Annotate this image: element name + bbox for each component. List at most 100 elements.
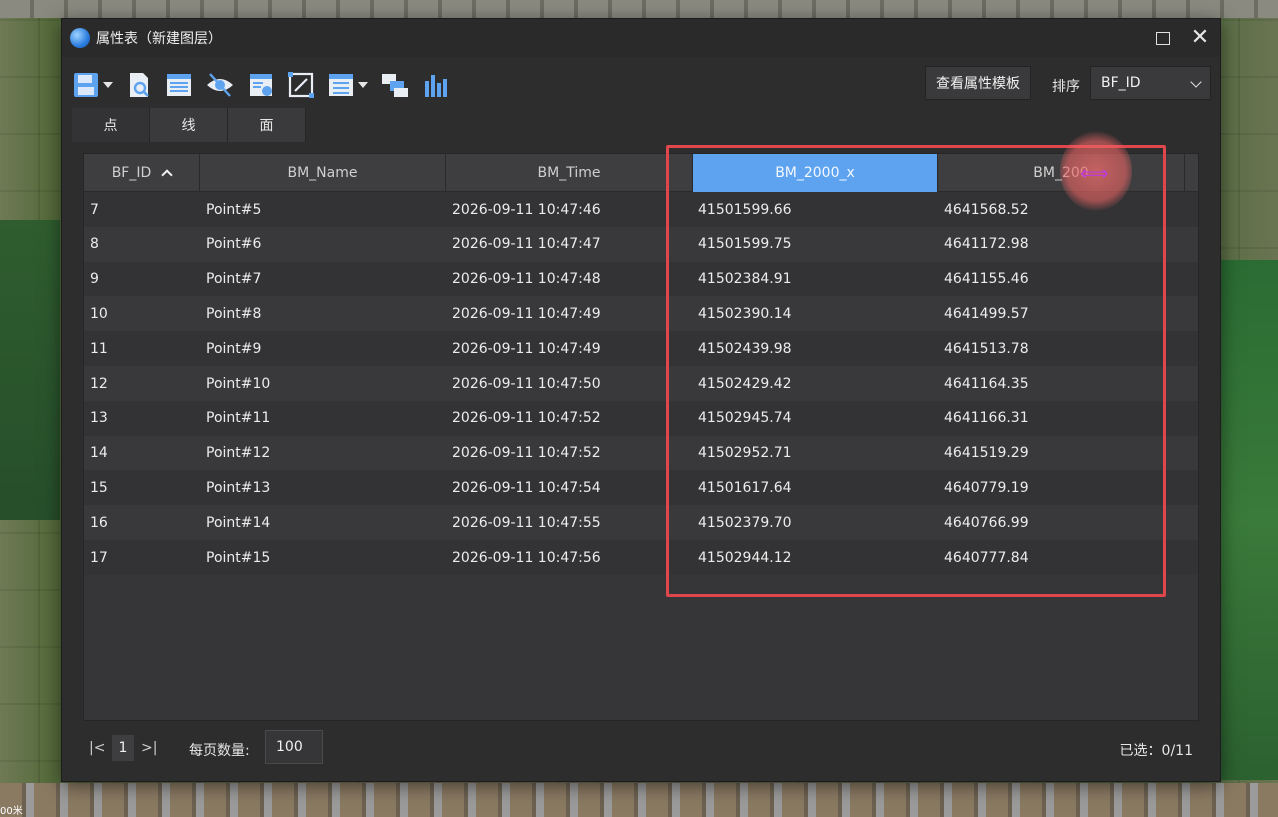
field-calc-button[interactable] (247, 67, 275, 103)
table-header: BF_ID BM_Name BM_Time BM_2000_x BM_200 (84, 154, 1198, 192)
table-cell: 17 (90, 549, 108, 566)
table-cell: 2026-09-11 10:47:55 (452, 514, 601, 531)
table-cell: 2026-09-11 10:47:52 (452, 410, 601, 427)
tab-point[interactable]: 点 (72, 108, 150, 142)
maximize-icon (1156, 31, 1170, 45)
table-cell: 10 (90, 305, 108, 322)
table-cell: 41502390.14 (698, 305, 792, 322)
table-row[interactable]: 16 Point#14 2026-09-11 10:47:55 41502379.70… (84, 505, 1198, 541)
attribute-table: BF_ID BM_Name BM_Time BM_2000_x BM_200 7… (83, 153, 1199, 721)
table-cell: Point#13 (206, 479, 271, 496)
tab-line[interactable]: 线 (150, 108, 228, 142)
table-cell: Point#9 (206, 340, 262, 357)
window-title: 属性表（新建图层） (96, 31, 222, 47)
table-row[interactable]: 11 Point#9 2026-09-11 10:47:49 41502439.98 4… (84, 331, 1198, 367)
table-cell: 4640779.19 (944, 479, 1029, 496)
table-row[interactable]: 17 Point#15 2026-09-11 10:47:56 41502944.12… (84, 540, 1198, 575)
sort-select-value: BF_ID (1101, 75, 1141, 91)
list-button[interactable] (327, 67, 368, 103)
close-button[interactable]: ✕ (1186, 25, 1214, 51)
column-header-bf-id[interactable]: BF_ID (84, 154, 200, 192)
chart-button[interactable] (422, 67, 450, 103)
list-dropdown-caret-icon[interactable] (358, 82, 368, 88)
table-cell: 2026-09-11 10:47:54 (452, 479, 601, 496)
map-background-bottom (0, 783, 1278, 817)
layers-button[interactable] (380, 67, 410, 103)
hide-button[interactable] (205, 67, 235, 103)
close-icon: ✕ (1190, 25, 1210, 50)
table-cell: Point#10 (206, 375, 271, 392)
save-button[interactable] (72, 67, 113, 103)
table-cell: 41502439.98 (698, 340, 792, 357)
map-field-right (1220, 260, 1278, 780)
table-row[interactable]: 15 Point#13 2026-09-11 10:47:54 41501617.64… (84, 470, 1198, 506)
table-cell: Point#11 (206, 410, 271, 427)
table-row[interactable]: 10 Point#8 2026-09-11 10:47:49 41502390.14 4… (84, 296, 1198, 332)
chart-icon (425, 75, 447, 97)
table-cell: 41501599.66 (698, 201, 792, 218)
table-cell: Point#15 (206, 549, 271, 566)
layers-icon (382, 74, 408, 97)
chevron-down-icon (1190, 76, 1202, 88)
table-cell: 8 (90, 236, 99, 253)
table-cell: 2026-09-11 10:47:49 (452, 305, 601, 322)
pagination-footer: |< 1 >| 每页数量: 100 已选：0/11 (83, 728, 1199, 768)
table-cell: 4641155.46 (944, 271, 1029, 288)
table-row[interactable]: 14 Point#12 2026-09-11 10:47:52 41502952.71… (84, 435, 1198, 471)
list-icon (329, 74, 353, 96)
table-row[interactable]: 7 Point#5 2026-09-11 10:47:46 41501599.66 46… (84, 192, 1198, 227)
table-cell: 7 (90, 201, 99, 218)
sort-label: 排序 (1052, 79, 1080, 95)
table-cell: 4641513.78 (944, 340, 1029, 357)
table-icon (167, 74, 191, 96)
table-cell: Point#8 (206, 305, 262, 322)
table-cell: 41502379.70 (698, 514, 792, 531)
table-row[interactable]: 8 Point#6 2026-09-11 10:47:47 41501599.75 46… (84, 226, 1198, 262)
save-dropdown-caret-icon[interactable] (103, 82, 113, 88)
current-page[interactable]: 1 (112, 735, 134, 761)
table-cell: 14 (90, 445, 108, 462)
table-cell: 41502944.12 (698, 549, 792, 566)
zoom-to-button[interactable] (287, 67, 315, 103)
column-header-bm-time[interactable]: BM_Time (446, 154, 693, 192)
query-button[interactable] (125, 67, 153, 103)
table-view-button[interactable] (165, 67, 193, 103)
table-cell: 2026-09-11 10:47:56 (452, 549, 601, 566)
table-cell: 41502429.42 (698, 375, 792, 392)
table-cell: 16 (90, 514, 108, 531)
table-cell: 4640777.84 (944, 549, 1029, 566)
table-cell: 41501617.64 (698, 479, 792, 496)
query-icon (130, 73, 149, 97)
field-calc-icon (250, 74, 272, 96)
table-row[interactable]: 13 Point#11 2026-09-11 10:47:52 41502945.74… (84, 400, 1198, 436)
column-header-bm-2000-x[interactable]: BM_2000_x (693, 154, 938, 192)
table-row[interactable]: 9 Point#7 2026-09-11 10:47:48 41502384.91 46… (84, 261, 1198, 297)
titlebar: 属性表（新建图层） ✕ (62, 19, 1220, 57)
table-row[interactable]: 12 Point#10 2026-09-11 10:47:50 41502429.42… (84, 366, 1198, 401)
first-page-button[interactable]: |< (89, 740, 105, 756)
column-header-bm-name[interactable]: BM_Name (200, 154, 446, 192)
geometry-tabs: 点 线 面 (72, 108, 306, 142)
column-resize-cursor-icon: ⟺ (1080, 161, 1109, 185)
save-icon (74, 73, 98, 97)
per-page-input[interactable]: 100 (265, 730, 323, 764)
view-attribute-template-button[interactable]: 查看属性模板 (925, 66, 1031, 100)
sort-select[interactable]: BF_ID (1090, 66, 1211, 100)
last-page-button[interactable]: >| (141, 740, 157, 756)
table-cell: 4641499.57 (944, 305, 1029, 322)
table-cell: 41502945.74 (698, 410, 792, 427)
table-cell: Point#6 (206, 236, 262, 253)
selected-count: 已选：0/11 (1119, 743, 1193, 759)
table-cell: Point#5 (206, 201, 262, 218)
toolbar (72, 65, 462, 105)
table-cell: 12 (90, 375, 108, 392)
table-cell: Point#12 (206, 445, 271, 462)
maximize-button[interactable] (1149, 25, 1177, 51)
tab-polygon[interactable]: 面 (228, 108, 306, 142)
table-cell: 2026-09-11 10:47:52 (452, 445, 601, 462)
hide-icon (207, 73, 233, 97)
table-cell: 15 (90, 479, 108, 496)
table-cell: 2026-09-11 10:47:49 (452, 340, 601, 357)
table-cell: 41502384.91 (698, 271, 792, 288)
sort-ascending-icon (161, 169, 173, 181)
